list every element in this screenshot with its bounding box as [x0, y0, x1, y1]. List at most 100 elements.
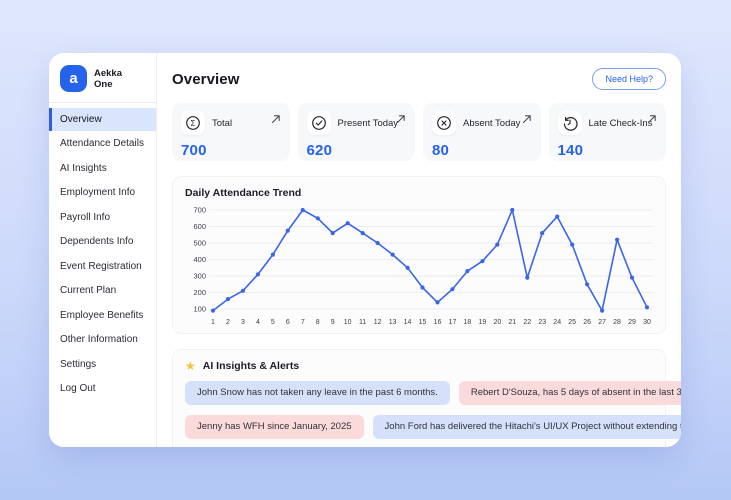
main-header: Overview Need Help?: [172, 66, 666, 92]
sidebar-item-dependents-info[interactable]: Dependents Info: [49, 230, 156, 253]
sidebar-item-employment-info[interactable]: Employment Info: [49, 181, 156, 204]
stat-label: Present Today: [337, 117, 399, 129]
svg-text:11: 11: [359, 319, 366, 326]
attendance-trend-chart: 700 600 500 400 300 200 100 1 2 3 4 5 6 7 8 9 10 11 12 13 14…: [185, 203, 653, 334]
svg-text:18: 18: [464, 319, 472, 326]
svg-text:500: 500: [193, 239, 206, 248]
sidebar-item-settings[interactable]: Settings: [49, 353, 156, 376]
sidebar: a Aekka One Overview Attendance Details AI…: [49, 53, 157, 447]
svg-text:19: 19: [478, 319, 486, 326]
insight-chip: Jenny has WFH since January, 2025: [185, 415, 364, 439]
svg-text:29: 29: [628, 319, 636, 326]
svg-text:200: 200: [193, 288, 206, 297]
stat-top: Late Check-Ins: [557, 111, 658, 135]
svg-text:Σ: Σ: [191, 119, 196, 128]
brand-name-line2: One: [94, 78, 113, 90]
svg-text:1: 1: [211, 319, 215, 326]
sidebar-item-overview[interactable]: Overview: [49, 107, 156, 131]
insight-chip: John Ford has delivered the Hitachi's UI…: [372, 415, 681, 439]
insight-chip: John Snow has not taken any leave in the…: [185, 381, 450, 405]
svg-text:700: 700: [193, 206, 206, 215]
stat-value: 700: [181, 142, 207, 159]
star-icon: ★: [185, 359, 196, 373]
stat-label: Absent Today: [463, 117, 521, 129]
external-arrow-icon[interactable]: [396, 111, 406, 129]
ai-insights-card: ★ AI Insights & Alerts John Snow has not…: [172, 349, 681, 447]
svg-text:25: 25: [568, 319, 576, 326]
brand-logo-icon: a: [60, 65, 87, 92]
sidebar-item-employee-benefits[interactable]: Employee Benefits: [49, 304, 156, 327]
svg-text:4: 4: [256, 319, 260, 326]
need-help-button[interactable]: Need Help?: [592, 68, 666, 90]
svg-text:100: 100: [193, 305, 206, 314]
sidebar-item-current-plan[interactable]: Current Plan: [49, 279, 156, 302]
brand-name: Aekka One: [94, 68, 122, 90]
insight-chip-row: John Snow has not taken any leave in the…: [185, 381, 681, 405]
page-title: Overview: [172, 70, 240, 88]
stat-top: Present Today: [306, 111, 407, 135]
svg-text:14: 14: [404, 319, 412, 326]
stats-row: Σ Total 700 Present Today 620 Absent Tod…: [172, 103, 666, 161]
ai-insights-header: ★ AI Insights & Alerts: [185, 360, 653, 372]
external-arrow-icon[interactable]: [271, 111, 281, 129]
sidebar-item-ai-insights[interactable]: AI Insights: [49, 157, 156, 180]
svg-text:15: 15: [419, 319, 427, 326]
check-circle-icon: [306, 111, 331, 135]
brand-name-line1: Aekka: [94, 67, 122, 79]
sigma-icon: Σ: [181, 111, 205, 135]
external-arrow-icon[interactable]: [522, 111, 532, 129]
svg-text:3: 3: [241, 319, 245, 326]
stat-top: Σ Total: [181, 111, 281, 135]
svg-text:2: 2: [226, 319, 230, 326]
svg-text:16: 16: [434, 319, 442, 326]
stat-card-present-today[interactable]: Present Today 620: [297, 103, 415, 161]
main-content: Overview Need Help? Σ Total 700 Present …: [157, 53, 681, 447]
svg-text:8: 8: [316, 319, 320, 326]
ai-insights-title: AI Insights & Alerts: [202, 360, 300, 372]
svg-text:21: 21: [508, 319, 516, 326]
svg-text:23: 23: [538, 319, 546, 326]
svg-text:24: 24: [553, 319, 561, 326]
sidebar-item-payroll-info[interactable]: Payroll Info: [49, 206, 156, 229]
svg-text:17: 17: [449, 319, 457, 326]
svg-text:26: 26: [583, 319, 591, 326]
stat-value: 140: [557, 142, 584, 159]
svg-text:600: 600: [193, 222, 206, 231]
history-clock-icon: [557, 111, 582, 135]
svg-text:12: 12: [374, 319, 382, 326]
svg-text:22: 22: [523, 319, 531, 326]
desktop-background: { "app": { "logo_letter": "a", "brand_li…: [0, 0, 731, 500]
svg-text:6: 6: [286, 319, 290, 326]
stat-card-late-check-ins[interactable]: Late Check-Ins 140: [548, 103, 666, 161]
svg-text:5: 5: [271, 319, 275, 326]
stat-label: Total: [212, 117, 233, 129]
app-window: a Aekka One Overview Attendance Details AI…: [49, 53, 681, 447]
external-arrow-icon[interactable]: [647, 111, 657, 129]
svg-text:300: 300: [193, 272, 206, 281]
svg-text:400: 400: [193, 255, 206, 264]
sidebar-nav: Overview Attendance Details AI Insights Emp…: [49, 103, 156, 400]
stat-value: 620: [306, 142, 333, 159]
stat-value: 80: [432, 142, 450, 159]
chart-title: Daily Attendance Trend: [185, 187, 302, 199]
stat-label: Late Check-Ins: [588, 117, 653, 129]
stat-card-total[interactable]: Σ Total 700: [172, 103, 290, 161]
svg-text:28: 28: [613, 319, 621, 326]
sidebar-item-log-out[interactable]: Log Out: [49, 377, 156, 400]
svg-text:9: 9: [331, 319, 335, 326]
x-circle-icon: [432, 111, 456, 135]
attendance-trend-card: Daily Attendance Trend 700 600 500 400 300 20…: [172, 176, 666, 334]
sidebar-item-event-registration[interactable]: Event Registration: [49, 255, 156, 278]
insight-chip-row: Jenny has WFH since January, 2025 John Fo…: [185, 415, 681, 439]
svg-text:27: 27: [598, 319, 606, 326]
svg-text:30: 30: [643, 319, 651, 326]
sidebar-item-attendance-details[interactable]: Attendance Details: [49, 132, 156, 155]
svg-text:10: 10: [344, 319, 352, 326]
insight-chip: Rebert D'Souza, has 5 days of absent in …: [458, 381, 681, 405]
stat-card-absent-today[interactable]: Absent Today 80: [423, 103, 541, 161]
svg-text:13: 13: [389, 319, 397, 326]
sidebar-item-other-information[interactable]: Other Information: [49, 328, 156, 351]
stat-top: Absent Today: [432, 111, 532, 135]
insight-chip-rows: John Snow has not taken any leave in the…: [185, 381, 681, 447]
svg-text:20: 20: [493, 319, 501, 326]
